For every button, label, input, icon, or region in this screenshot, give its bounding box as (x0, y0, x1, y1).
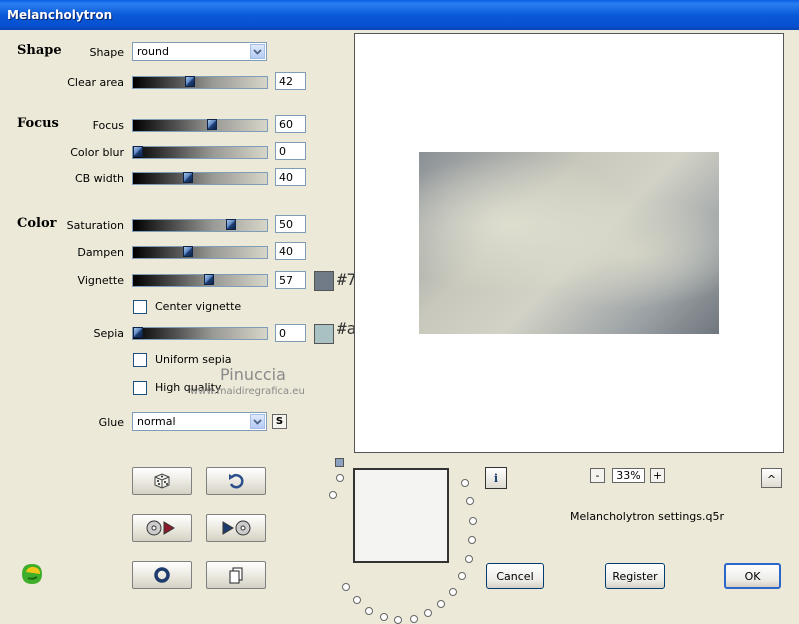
preset-dot[interactable] (329, 491, 338, 500)
vignette-input[interactable]: 57 (275, 271, 306, 289)
focus-label: Focus (92, 119, 124, 132)
shape-dropdown[interactable]: round (132, 42, 267, 61)
vignette-label: Vignette (77, 274, 124, 287)
sepia-input[interactable]: 0 (275, 324, 306, 342)
dampen-slider[interactable] (132, 246, 268, 259)
zoom-in-button[interactable]: + (650, 468, 665, 483)
preset-dot[interactable] (341, 582, 350, 591)
undo-button[interactable] (206, 467, 266, 495)
pages-icon (229, 567, 243, 584)
preset-thumbnail[interactable] (353, 468, 449, 563)
cb-width-thumb[interactable] (183, 172, 193, 183)
dialog-content: Shape Shape round Clear area 42 Focus Fo… (0, 30, 799, 624)
preset-dot[interactable] (365, 606, 374, 615)
preset-dot[interactable] (409, 614, 418, 623)
focus-input[interactable]: 60 (275, 115, 306, 133)
chevron-down-icon[interactable] (250, 44, 265, 59)
collapse-button[interactable]: ^ (761, 468, 782, 488)
color-blur-thumb[interactable] (133, 146, 143, 157)
shape-label: Shape (89, 46, 124, 59)
high-quality-checkbox[interactable] (133, 381, 147, 395)
color-blur-slider[interactable] (132, 146, 268, 159)
preset-dot[interactable] (448, 587, 457, 596)
dampen-label: Dampen (77, 246, 124, 259)
copy-button[interactable] (206, 561, 266, 589)
preset-dot[interactable] (466, 497, 475, 506)
glue-label: Glue (98, 416, 124, 429)
preset-dot[interactable] (468, 516, 477, 525)
save-settings-button[interactable] (206, 514, 266, 542)
saturation-label: Saturation (66, 219, 124, 232)
sepia-slider[interactable] (132, 327, 268, 340)
sepia-color-swatch[interactable] (314, 324, 334, 344)
preset-dot[interactable] (468, 535, 477, 544)
zoom-out-button[interactable]: - (590, 468, 605, 483)
dice-icon (154, 473, 170, 489)
watermark-url: www.maidiregrafica.eu (190, 386, 305, 397)
clear-area-input[interactable]: 42 (275, 72, 306, 90)
preset-dot[interactable] (458, 572, 467, 581)
register-button[interactable]: Register (605, 563, 665, 589)
preset-dot[interactable] (460, 479, 469, 488)
focus-slider[interactable] (132, 119, 268, 132)
load-settings-button[interactable] (132, 514, 192, 542)
title-bar: Melancholytron (0, 0, 799, 30)
vignette-color-swatch[interactable] (314, 271, 334, 291)
chevron-down-icon[interactable] (250, 414, 265, 429)
sepia-label: Sepia (93, 327, 124, 340)
window-title: Melancholytron (7, 8, 113, 22)
clear-area-thumb[interactable] (185, 76, 195, 87)
preset-dot[interactable] (379, 613, 388, 622)
glue-dropdown[interactable]: normal (132, 412, 267, 431)
saturation-slider[interactable] (132, 219, 268, 232)
cb-width-slider[interactable] (132, 172, 268, 185)
center-vignette-checkbox[interactable] (133, 300, 147, 314)
glue-s-button[interactable]: S (272, 414, 287, 429)
sepia-thumb[interactable] (133, 327, 143, 338)
disc-load-icon (146, 520, 175, 536)
dampen-input[interactable]: 40 (275, 242, 306, 260)
preset-dot[interactable] (437, 600, 446, 609)
color-blur-label: Color blur (70, 146, 124, 159)
info-button[interactable]: i (485, 467, 507, 489)
disc-save-icon (222, 520, 251, 536)
preset-handle-icon[interactable] (335, 458, 344, 467)
vignette-slider[interactable] (132, 274, 268, 287)
reset-button[interactable] (132, 561, 192, 589)
preset-dot[interactable] (394, 615, 403, 624)
saturation-thumb[interactable] (226, 219, 236, 230)
ok-button[interactable]: OK (724, 563, 781, 589)
shape-value: round (137, 45, 169, 58)
clear-area-slider[interactable] (132, 76, 268, 89)
cb-width-label: CB width (74, 172, 124, 185)
settings-filename: Melancholytron settings.q5r (570, 510, 724, 523)
preset-dot[interactable] (464, 554, 473, 563)
clear-area-label: Clear area (67, 76, 124, 89)
dampen-thumb[interactable] (183, 246, 193, 257)
app-logo-icon (22, 564, 42, 584)
color-blur-input[interactable]: 0 (275, 142, 306, 160)
glue-value: normal (137, 415, 176, 428)
focus-thumb[interactable] (207, 119, 217, 130)
vignette-thumb[interactable] (204, 274, 214, 285)
preset-dot[interactable] (335, 473, 344, 482)
watermark-name: Pinuccia (220, 365, 286, 384)
cancel-button[interactable]: Cancel (486, 563, 544, 589)
undo-icon (229, 473, 244, 489)
zoom-level: 33% (612, 468, 645, 483)
center-vignette-label: Center vignette (155, 300, 242, 313)
preview-area[interactable] (354, 33, 784, 453)
preset-dot[interactable] (352, 596, 361, 605)
preset-dot[interactable] (423, 609, 432, 618)
ring-icon (154, 567, 170, 583)
saturation-input[interactable]: 50 (275, 215, 306, 233)
uniform-sepia-checkbox[interactable] (133, 353, 147, 367)
random-button[interactable] (132, 467, 192, 495)
preview-image (419, 152, 719, 334)
cb-width-input[interactable]: 40 (275, 168, 306, 186)
